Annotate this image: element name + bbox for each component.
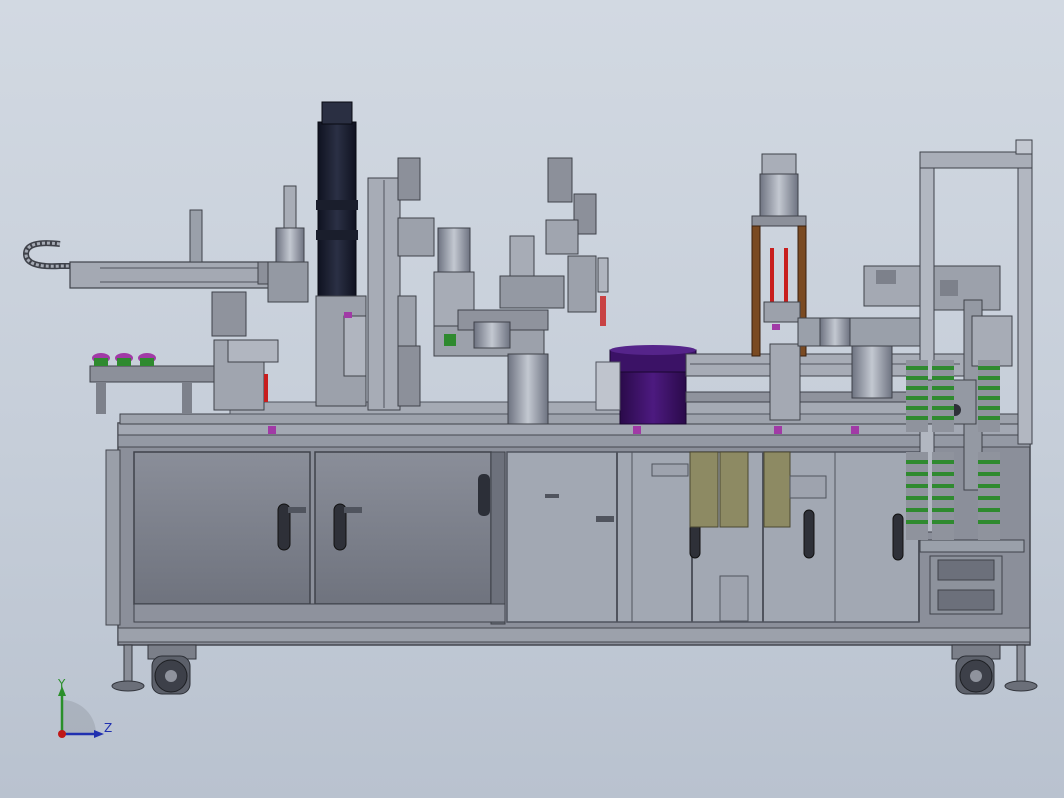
vertical-linear-module: [367, 157, 435, 411]
y-axis-label: Y: [57, 677, 66, 691]
caster-wheel-right: [951, 644, 1001, 695]
internal-motor-unit: [929, 555, 1003, 615]
cabinet-vent-grille: [478, 474, 490, 516]
spring-stack-2: [932, 360, 954, 432]
z-axis-head: [94, 730, 104, 738]
cad-assembly-view: [22, 101, 1038, 695]
door-handle-right-3[interactable]: [892, 513, 904, 561]
leveling-foot-right: [1004, 644, 1038, 692]
spring-stack-4: [906, 452, 928, 540]
spring-stack-6: [978, 452, 1000, 540]
left-cylinder-station: [211, 185, 309, 411]
spring-stack-5: [932, 452, 954, 540]
spring-stack-3: [978, 360, 1000, 432]
caster-wheel-left: [147, 644, 197, 695]
tall-dark-cylinder: [315, 101, 367, 407]
z-axis-label: Z: [104, 721, 112, 735]
center-servo-station: [499, 157, 609, 326]
left-feed-conveyor: [69, 209, 301, 289]
coordinate-triad: Y Z: [57, 677, 112, 738]
press-station-brown-frame: [751, 153, 807, 421]
triad-plane: [62, 700, 96, 734]
left-cabinet-doors: [133, 451, 506, 625]
spring-stack-1: [906, 360, 928, 432]
left-station-plate: [89, 365, 231, 414]
door-handle-right-2[interactable]: [803, 509, 815, 559]
triad-origin: [58, 730, 66, 738]
nozzle-group-left: [92, 353, 156, 366]
